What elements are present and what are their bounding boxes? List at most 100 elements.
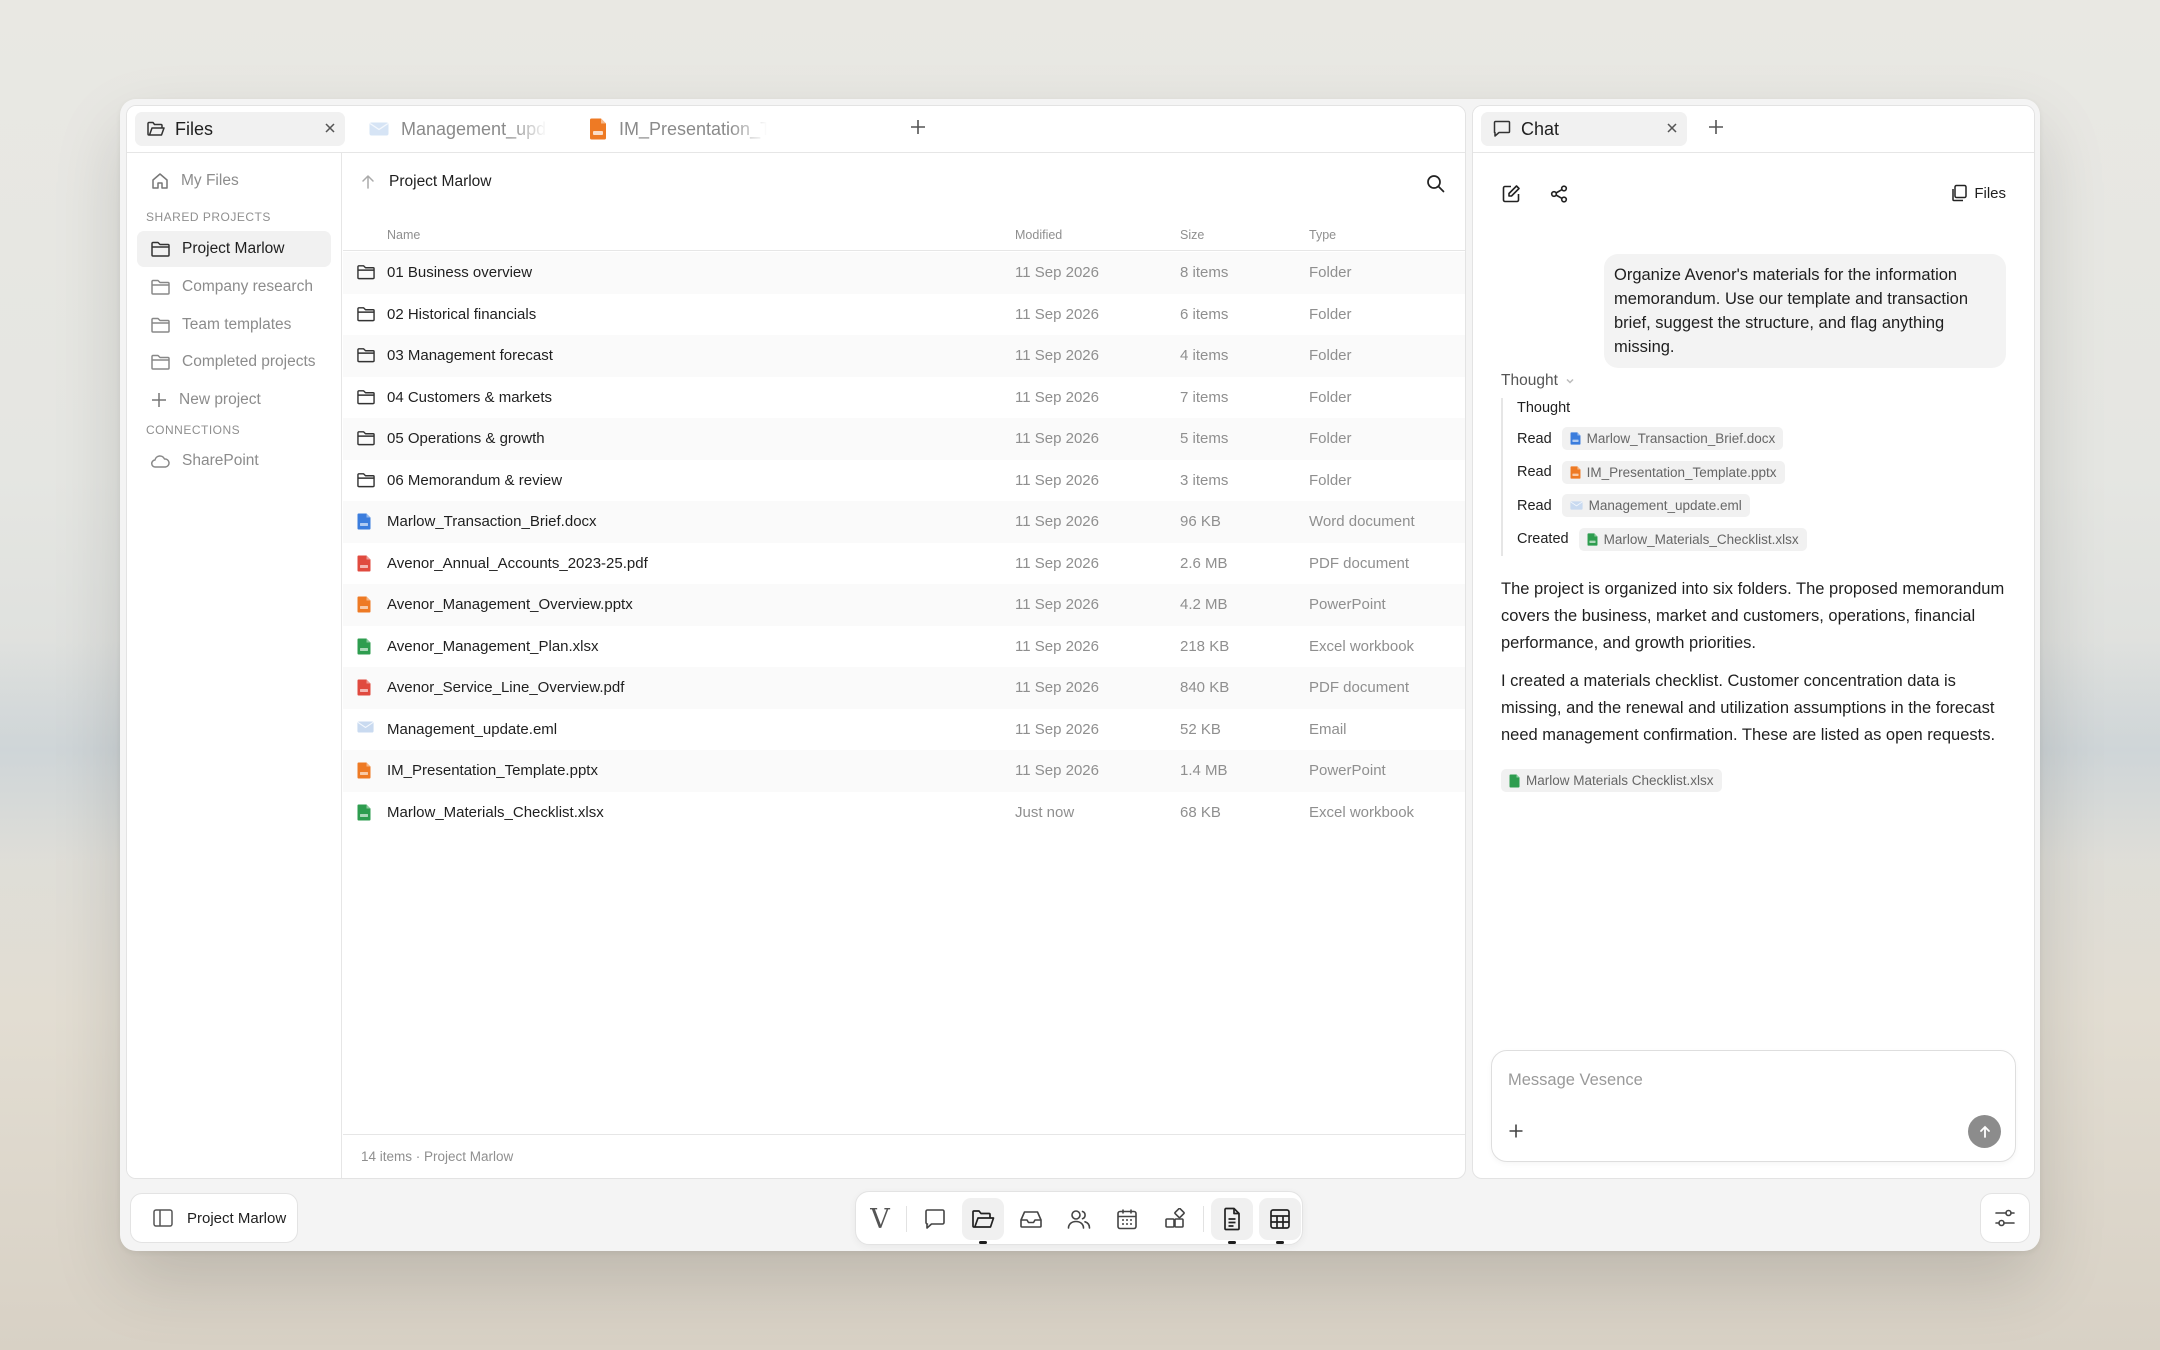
tab-chat[interactable]: Chat — [1481, 112, 1687, 146]
project-switcher[interactable]: Project Marlow — [130, 1193, 298, 1243]
file-type: Folder — [1309, 388, 1352, 406]
xlsx-file-icon — [1587, 533, 1598, 546]
column-size[interactable]: Size — [1180, 228, 1204, 242]
sidebar-toggle-icon — [153, 1209, 173, 1227]
app-window: Files Management_update.eml IM_Presentat… — [120, 99, 2040, 1251]
chat-bubble-icon — [1493, 120, 1511, 138]
add-tab-button[interactable] — [1707, 118, 1725, 136]
arrow-up-icon — [1978, 1125, 1992, 1139]
tab-label: IM_Presentation_Template.pptx — [619, 118, 767, 139]
add-tab-button[interactable] — [909, 118, 927, 136]
attachment-name: Marlow Materials Checklist.xlsx — [1526, 773, 1714, 788]
apps-grid-icon — [1164, 1208, 1186, 1230]
table-row[interactable]: Avenor_Management_Overview.pptx 11 Sep 20… — [343, 584, 1465, 626]
send-button[interactable] — [1968, 1115, 2001, 1148]
sidebar-item-project-marlow[interactable]: Project Marlow — [137, 231, 331, 267]
file-chip[interactable]: Marlow_Materials_Checklist.xlsx — [1578, 527, 1807, 551]
xlsx-file-icon — [1509, 774, 1520, 788]
table-row[interactable]: Avenor_Annual_Accounts_2023-25.pdf 11 Sep… — [343, 543, 1465, 585]
file-type: PDF document — [1309, 554, 1410, 572]
table-row[interactable]: 03 Management forecast 11 Sep 2026 4 items… — [343, 335, 1465, 377]
thought-toggle[interactable]: Thought — [1501, 372, 1576, 390]
table-row[interactable]: 06 Memorandum & review 11 Sep 2026 3 items… — [343, 460, 1465, 502]
table-row[interactable]: Avenor_Service_Line_Overview.pdf 11 Sep 2… — [343, 667, 1465, 709]
email-file-icon — [369, 122, 389, 136]
sidebar-item-sharepoint[interactable]: SharePoint — [137, 443, 331, 479]
search-icon[interactable] — [1426, 174, 1445, 193]
file-name: Marlow_Transaction_Brief.docx — [387, 513, 597, 530]
dock-files[interactable] — [962, 1198, 1004, 1244]
column-name[interactable]: Name — [387, 228, 420, 242]
share-icon[interactable] — [1549, 184, 1569, 204]
table-row[interactable]: 05 Operations & growth 11 Sep 2026 5 items… — [343, 418, 1465, 460]
files-link[interactable]: Files — [1950, 184, 2006, 202]
file-size: 52 KB — [1180, 720, 1221, 738]
arrow-up-icon[interactable] — [361, 174, 375, 190]
folder-open-icon — [147, 121, 165, 137]
sidebar-item-my-files[interactable]: My Files — [137, 163, 331, 199]
folder-icon — [357, 389, 375, 405]
tab-im-presentation[interactable]: IM_Presentation_Template.pptx — [577, 112, 767, 146]
plus-icon[interactable] — [1508, 1123, 1524, 1139]
thought-step: Read Management_update.eml — [1517, 489, 1807, 523]
file-type: Excel workbook — [1309, 637, 1415, 655]
breadcrumb-current[interactable]: Project Marlow — [389, 173, 492, 191]
pdf-file-icon — [357, 555, 371, 572]
assistant-answer: The project is organized into six folder… — [1501, 576, 2006, 760]
pptx-file-icon — [357, 762, 371, 779]
column-type[interactable]: Type — [1309, 228, 1336, 242]
tab-management-update[interactable]: Management_update.eml — [357, 112, 547, 146]
table-row[interactable]: Management_update.eml 11 Sep 2026 52 KB Ema… — [343, 709, 1465, 751]
file-chip[interactable]: Management_update.eml — [1561, 494, 1750, 518]
table-row[interactable]: Marlow_Materials_Checklist.xlsx Just now 6… — [343, 792, 1465, 834]
sidebar-item-company-research[interactable]: Company research — [137, 269, 331, 305]
dock-home[interactable]: V — [859, 1198, 901, 1240]
thought-title: Thought — [1517, 400, 1571, 416]
column-modified[interactable]: Modified — [1015, 228, 1062, 242]
file-size: 218 KB — [1180, 637, 1230, 655]
file-name: Avenor_Service_Line_Overview.pdf — [387, 679, 625, 696]
status-bar: 14 items · Project Marlow — [343, 1134, 1465, 1178]
file-modified: 11 Sep 2026 — [1015, 347, 1099, 364]
answer-paragraph: The project is organized into six folder… — [1501, 580, 2005, 652]
settings-button[interactable] — [1980, 1193, 2030, 1243]
close-icon[interactable] — [1665, 121, 1679, 135]
file-name: Marlow_Materials_Checklist.xlsx — [387, 803, 604, 821]
table-row[interactable]: 02 Historical financials 11 Sep 2026 6 ite… — [343, 294, 1465, 336]
file-type: Email — [1309, 720, 1347, 738]
project-switcher-label: Project Marlow — [187, 1209, 287, 1227]
file-size: 7 items — [1180, 388, 1229, 406]
table-row[interactable]: 04 Customers & markets 11 Sep 2026 7 items… — [343, 377, 1465, 419]
sidebar-item-label: SharePoint — [182, 452, 259, 469]
file-chip[interactable]: IM_Presentation_Template.pptx — [1561, 460, 1785, 484]
dock-calendar[interactable] — [1106, 1198, 1148, 1240]
folder-icon — [357, 306, 375, 322]
dock-document-view[interactable] — [1211, 1198, 1253, 1244]
new-chat-icon[interactable] — [1501, 184, 1521, 204]
file-size: 840 KB — [1180, 679, 1230, 696]
sidebar-item-team-templates[interactable]: Team templates — [137, 307, 331, 343]
table-row[interactable]: 01 Business overview 11 Sep 2026 8 items Fo… — [343, 252, 1465, 294]
new-project-button[interactable]: New project — [137, 382, 331, 418]
table-row[interactable]: Avenor_Management_Plan.xlsx 11 Sep 2026 21… — [343, 626, 1465, 668]
table-row[interactable]: IM_Presentation_Template.pptx 11 Sep 2026… — [343, 750, 1465, 792]
file-chip[interactable]: Marlow_Transaction_Brief.docx — [1561, 427, 1784, 451]
dock-inbox[interactable] — [1010, 1198, 1052, 1240]
close-icon[interactable] — [323, 121, 337, 135]
shared-projects-heading: SHARED PROJECTS — [146, 210, 271, 224]
chat-toolbar: Files — [1473, 154, 2034, 234]
file-list-area: Project Marlow Name Modified Size Type 0… — [343, 153, 1465, 1178]
dock-contacts[interactable] — [1058, 1198, 1100, 1240]
dock-spreadsheet-view[interactable] — [1259, 1198, 1301, 1244]
sidebar-item-completed-projects[interactable]: Completed projects — [137, 344, 331, 380]
message-input[interactable] — [1508, 1071, 1948, 1090]
thought-step: Read Marlow_Transaction_Brief.docx — [1517, 422, 1807, 456]
attachment-chip[interactable]: Marlow Materials Checklist.xlsx — [1501, 769, 1722, 793]
copy-files-icon — [1950, 184, 1968, 202]
dock-apps[interactable] — [1154, 1198, 1196, 1240]
tab-files[interactable]: Files — [135, 112, 345, 146]
file-type: Folder — [1309, 347, 1352, 364]
table-row[interactable]: Marlow_Transaction_Brief.docx 11 Sep 2026… — [343, 501, 1465, 543]
user-message: Organize Avenor's materials for the info… — [1604, 254, 2006, 368]
dock-chat[interactable] — [914, 1198, 956, 1240]
